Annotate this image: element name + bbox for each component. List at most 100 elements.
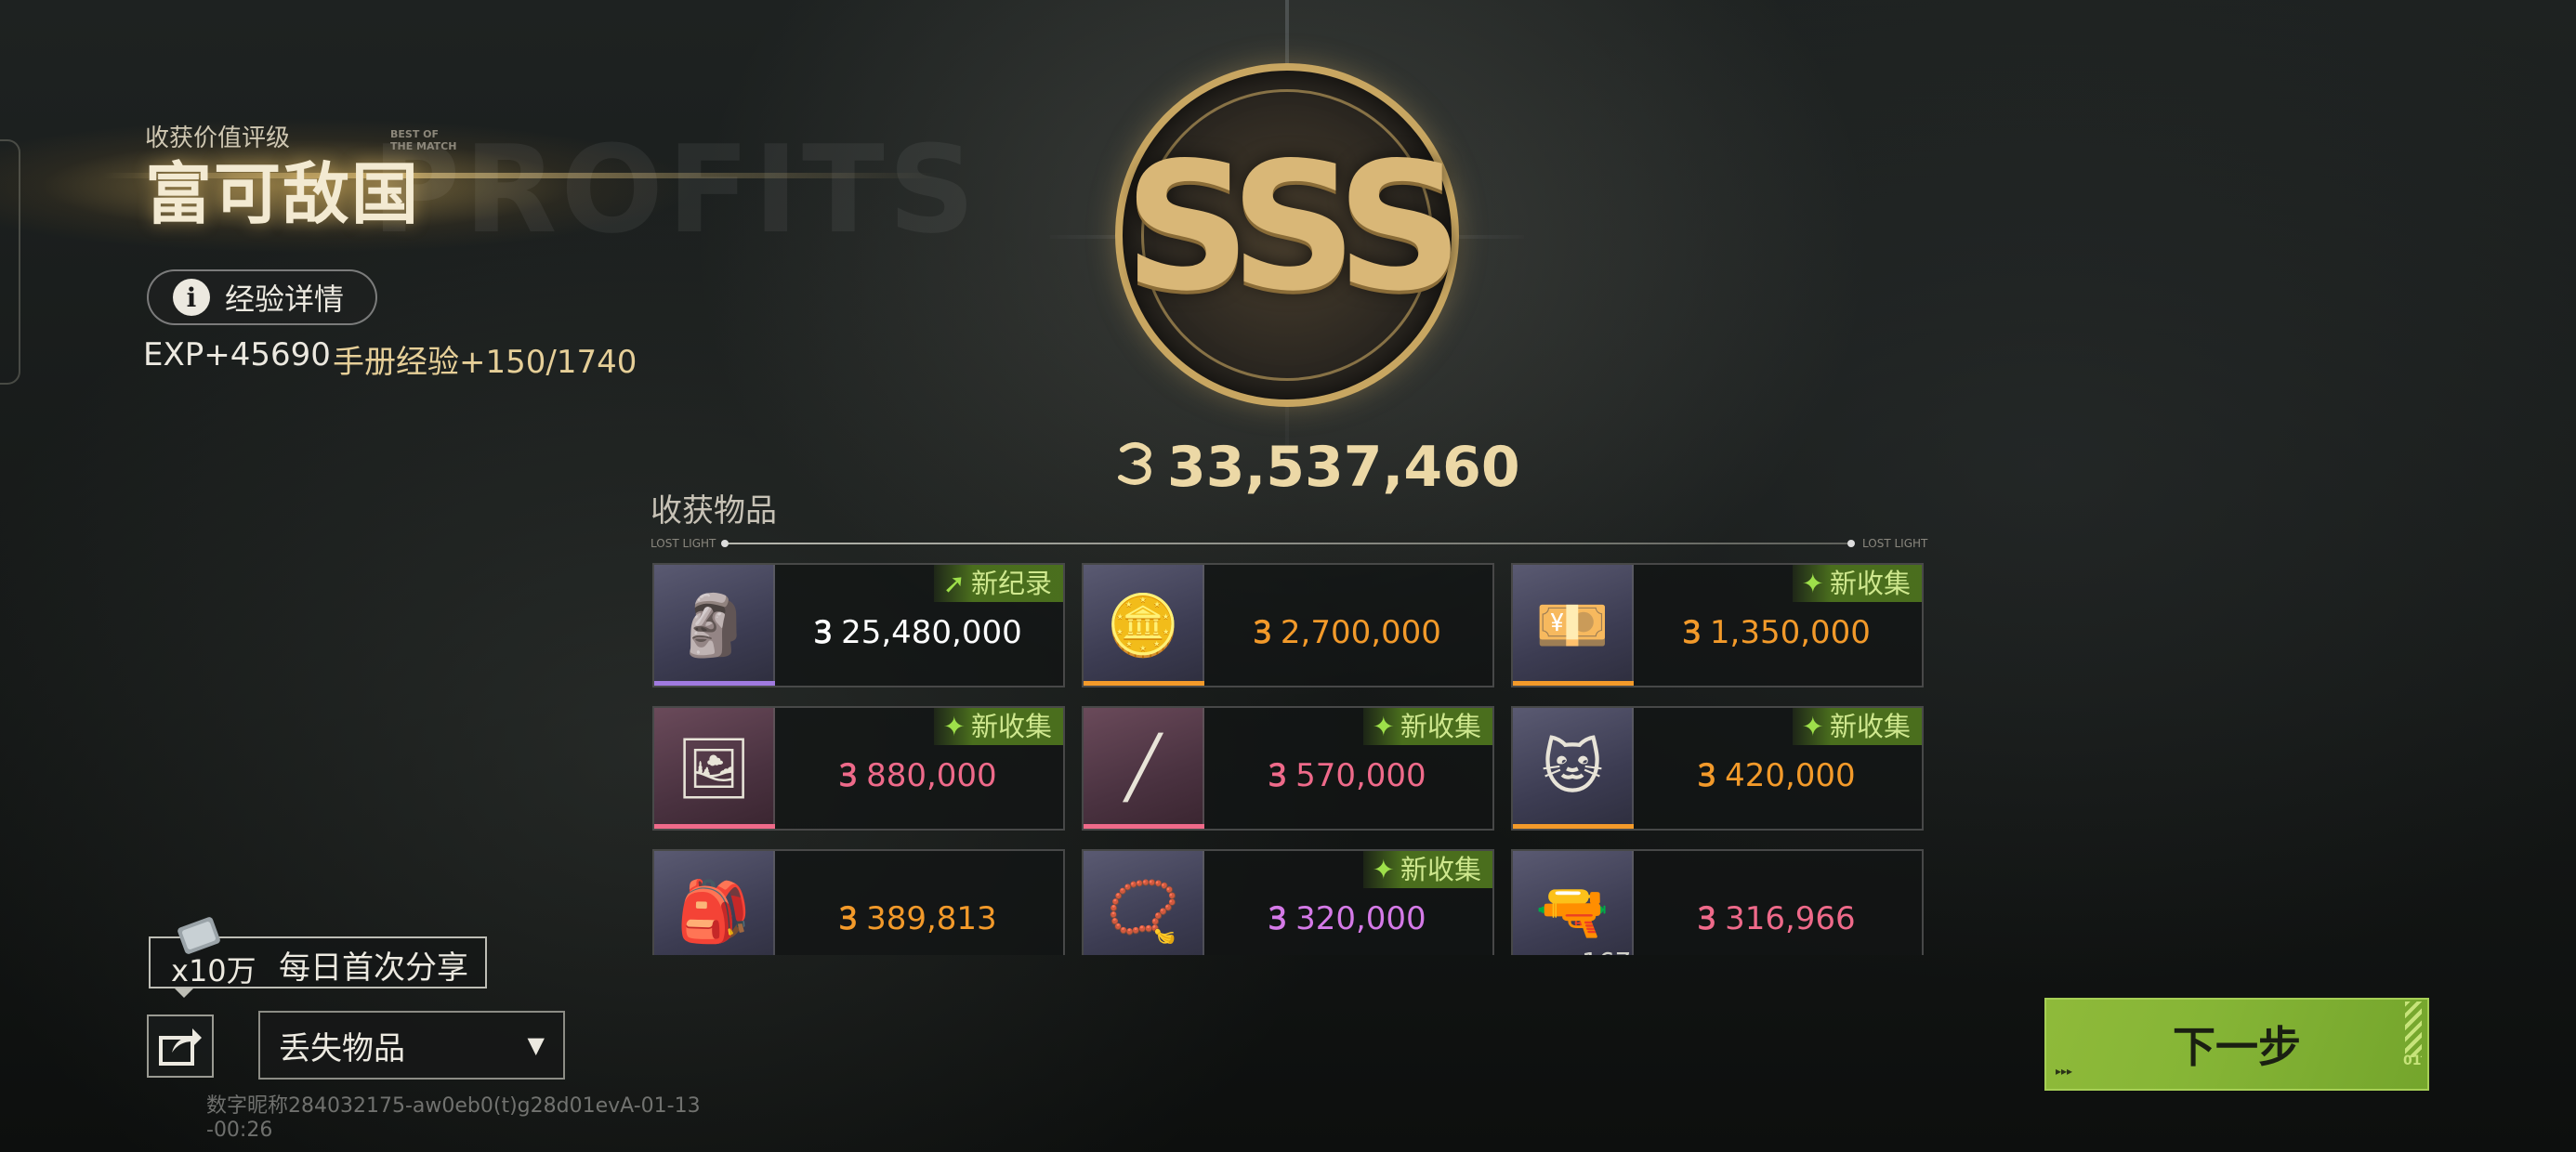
share-button[interactable] [147,1015,214,1078]
exp-details-button[interactable]: i 经验详情 [147,269,377,325]
total-value: 33,537,460 [1167,435,1520,500]
loot-item-card[interactable]: 🖼 Ꝫ 880,000 ✦ 新收集 [652,706,1065,831]
exp-gain-text: EXP+45690 [143,336,331,373]
loot-item-card[interactable]: 🗿 Ꝫ 25,480,000 ➚ 新纪录 [652,563,1065,687]
lost-light-label-right: LOST LIGHT [1862,537,1928,550]
dropdown-caret-icon: ▼ [527,1032,545,1058]
loot-item-card[interactable]: ╱ Ꝫ 570,000 ✦ 新收集 [1082,706,1494,831]
left-edge-handle[interactable] [0,139,20,385]
record-arrow-icon: ➚ [942,568,966,599]
backpack-icon: 🎒 [654,851,775,955]
rod-icon: ╱ [1084,708,1204,829]
rating-title: 富可敌国 [145,155,421,233]
item-value-row: Ꝫ 25,480,000 [773,609,1063,652]
new-collect-badge: ➚ 新纪录 [933,565,1063,602]
item-value: 880,000 [866,757,997,794]
new-collect-badge: ✦ 新收集 [933,708,1063,745]
loot-line-dot-right [1847,540,1855,547]
badge-label: 新收集 [1829,711,1911,742]
item-value: 2,700,000 [1280,614,1441,651]
grade-letters: SSS [1124,124,1463,330]
loot-item-card[interactable]: 🎒 Ꝫ 389,813 [652,849,1065,955]
currency-icon: Ꝫ [1268,757,1287,794]
rarity-bar [1513,824,1634,829]
manual-exp-text: 手册经验+150/1740 [333,344,637,381]
currency-icon: Ꝫ [1683,614,1701,651]
golden-statue-icon: 🗿 [654,565,775,686]
currency-icon: Ꝫ [1698,757,1716,794]
loot-item-card[interactable]: 📿 Ꝫ 320,000 ✦ 新收集 [1082,849,1494,955]
item-value: 570,000 [1295,757,1426,794]
badge-label: 新收集 [970,711,1052,742]
rarity-bar [654,681,775,686]
watermark: 数字昵称284032175-aw0eb0(t)g28d01evA-01-13 -… [206,1094,701,1143]
lost-light-label-left: LOST LIGHT [651,537,716,550]
new-collect-badge: ✦ 新收集 [1792,708,1922,745]
lost-items-select[interactable]: 丢失物品 ▼ [258,1011,565,1080]
coin-icon: 🪙 [1084,565,1204,686]
currency-icon: Ꝫ [1698,900,1716,937]
share-reward-multiplier: x10万 [171,953,256,988]
item-value: 25,480,000 [841,614,1022,651]
new-collect-badge: ✦ 新收集 [1362,851,1492,888]
item-count: 167 [1582,947,1631,955]
item-value: 320,000 [1295,900,1426,937]
loot-section-title: 收获物品 [651,492,777,530]
item-value: 420,000 [1725,757,1856,794]
item-value: 316,966 [1725,900,1856,937]
item-value-row: Ꝫ 320,000 [1203,896,1492,938]
next-button-stripe [2405,1001,2422,1057]
exp-details-label: 经验详情 [225,281,345,317]
bullet-icon: 🔫 [1513,851,1634,955]
lucky-cat-icon: 🐱 [1513,708,1634,829]
item-value: 1,350,000 [1709,614,1871,651]
loot-item-card[interactable]: 🐱 Ꝫ 420,000 ✦ 新收集 [1511,706,1924,831]
rarity-bar [1084,681,1204,686]
badge-label: 新收集 [1829,568,1911,599]
watermark-line-2: -00:26 [206,1119,273,1142]
next-button-deco: ▸▸▸ [2056,1065,2073,1078]
badge-label: 新收集 [1400,854,1481,885]
rarity-bar [1513,681,1634,686]
item-value-row: Ꝫ 1,350,000 [1632,609,1922,652]
new-collect-badge: ✦ 新收集 [1362,708,1492,745]
badge-label: 新纪录 [970,568,1052,599]
sparkle-icon: ✦ [942,711,966,742]
loot-item-card[interactable]: 🔫167 Ꝫ316,966 [1511,849,1924,955]
painting-icon: 🖼 [654,708,775,829]
next-button-number: 01 [2403,1054,2422,1068]
new-collect-badge: ✦ 新收集 [1792,565,1922,602]
rarity-bar [1084,824,1204,829]
daily-share-label: 每日首次分享 [279,949,468,987]
sparkle-icon: ✦ [1372,711,1395,742]
currency-icon: Ꝫ [839,900,858,937]
currency-icon: Ꝫ [814,614,833,651]
loot-divider [727,543,1851,544]
item-value-row: Ꝫ 570,000 [1203,753,1492,795]
share-icon [159,1028,202,1066]
item-value-row: Ꝫ 2,700,000 [1203,609,1492,652]
rarity-bar [654,824,775,829]
item-value-row: Ꝫ 420,000 [1632,753,1922,795]
item-value-row: Ꝫ 880,000 [773,753,1063,795]
item-value: 389,813 [866,900,997,937]
item-value-row: Ꝫ 316,966 [1632,896,1922,938]
share-tag-pointer [173,987,195,998]
sparkle-icon: ✦ [1801,568,1824,599]
next-step-button[interactable]: 下一步 [2044,998,2429,1091]
currency-icon: Ꝫ [1254,614,1271,651]
loot-item-card[interactable]: 💴 Ꝫ 1,350,000 ✦ 新收集 [1511,563,1924,687]
sparkle-icon: ✦ [1801,711,1824,742]
sparkle-icon: ✦ [1372,854,1395,885]
next-step-label: 下一步 [2173,1022,2301,1072]
lost-items-select-value: 丢失物品 [279,1029,405,1067]
currency-icon [1118,442,1151,485]
loot-grid[interactable]: 🗿 Ꝫ 25,480,000 ➚ 新纪录 🪙 Ꝫ 2,700,000 💴 Ꝫ 1,350,000 ✦ 新… [652,563,1924,955]
banknote-bundle-icon: 💴 [1513,565,1634,686]
info-icon: i [173,279,210,316]
necklace-icon: 📿 [1084,851,1204,955]
item-value-row: Ꝫ 389,813 [773,896,1063,938]
loot-item-card[interactable]: 🪙 Ꝫ 2,700,000 [1082,563,1494,687]
currency-icon: Ꝫ [1268,900,1287,937]
currency-icon: Ꝫ [839,757,858,794]
